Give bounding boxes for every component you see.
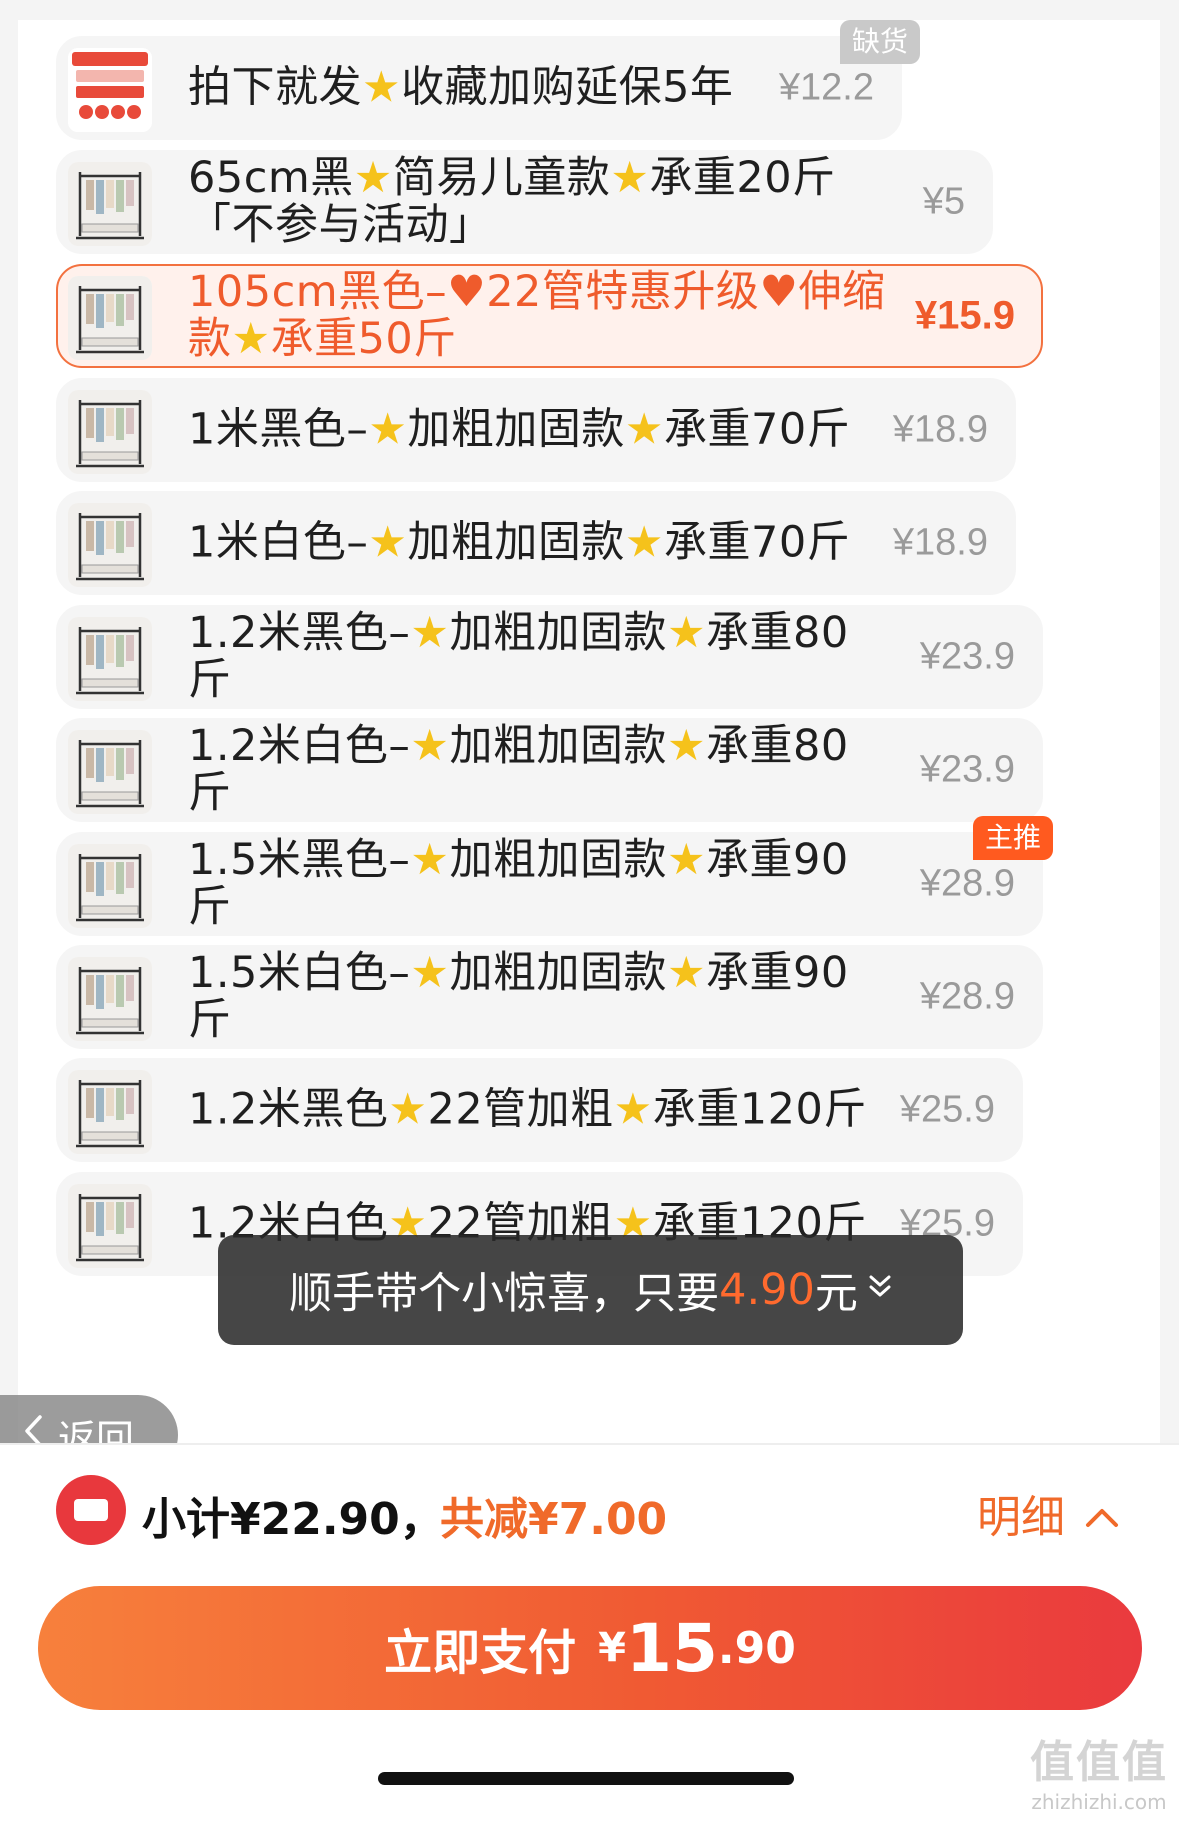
toast-unit: 元	[814, 1269, 858, 1319]
sku-thumbnail	[68, 162, 152, 246]
sku-option[interactable]: 65cm黑★简易儿童款★承重20斤「不参与活动」 ¥5	[56, 150, 993, 254]
sku-option[interactable]: 1.2米黑色★22管加粗★承重120斤 ¥25.9	[56, 1058, 1023, 1162]
sku-price: ¥25.9	[899, 1088, 995, 1131]
sku-name: 拍下就发★收藏加购延保5年	[188, 62, 734, 113]
sku-thumbnail	[68, 390, 152, 474]
pay-amount-integer: 15	[626, 1609, 718, 1687]
sku-name: 1.2米黑色–★加粗加固款★承重80斤	[188, 608, 849, 705]
watermark-logo: 值值值	[1030, 1737, 1168, 1788]
sku-thumbnail	[68, 1184, 152, 1268]
sku-thumbnail	[68, 276, 152, 360]
toast-price: 4.90	[719, 1265, 815, 1315]
sku-thumbnail	[68, 503, 152, 587]
sku-price: ¥18.9	[892, 408, 988, 451]
sku-price: ¥28.9	[919, 975, 1015, 1018]
sku-name: 1米黑色–★加粗加固款★承重70斤	[188, 404, 851, 455]
sku-price: ¥15.9	[914, 293, 1015, 338]
pay-now-button[interactable]: 立即支付 ¥ 15 .90	[38, 1586, 1142, 1710]
sku-option[interactable]: 1.2米黑色–★加粗加固款★承重80斤 ¥23.9	[56, 605, 1043, 709]
sku-price: ¥5	[922, 180, 965, 223]
sku-name: 1.5米黑色–★加粗加固款★承重90斤	[188, 835, 849, 932]
detail-label: 明细	[977, 1492, 1065, 1543]
pay-amount-decimal: .90	[717, 1622, 796, 1674]
sku-thumbnail	[68, 48, 152, 132]
sku-option[interactable]: 1.5米白色–★加粗加固款★承重90斤 ¥28.9	[56, 945, 1043, 1049]
sku-option[interactable]: 1.2米白色–★加粗加固款★承重80斤 ¥23.9	[56, 718, 1043, 822]
chevron-up-icon	[1085, 1488, 1119, 1539]
subtotal-text: 小计¥22.90，	[142, 1494, 444, 1545]
order-summary-bar: 小计¥22.90， 共减¥7.00 明细	[0, 1445, 1179, 1575]
pay-currency: ¥	[598, 1625, 627, 1671]
sku-name: 1米白色–★加粗加固款★承重70斤	[188, 517, 851, 568]
sku-thumbnail	[68, 957, 152, 1041]
sku-name: 105cm黑色–♥22管特惠升级♥伸缩款★承重50斤	[188, 267, 886, 364]
sku-option[interactable]: 拍下就发★收藏加购延保5年 ¥12.2	[56, 36, 902, 140]
sku-name: 1.2米黑色★22管加粗★承重120斤	[188, 1084, 867, 1135]
pay-label: 立即支付	[384, 1625, 577, 1681]
sku-price: ¥18.9	[892, 521, 988, 564]
sku-thumbnail	[68, 844, 152, 928]
sku-thumbnail	[68, 617, 152, 701]
discount-text: 共减¥7.00	[440, 1494, 668, 1545]
sku-option[interactable]: 1米白色–★加粗加固款★承重70斤 ¥18.9	[56, 491, 1016, 595]
sku-option[interactable]: 1米黑色–★加粗加固款★承重70斤 ¥18.9	[56, 378, 1016, 482]
out-of-stock-badge: 缺货	[840, 20, 921, 64]
toast-text: 顺手带个小惊喜，只要	[289, 1269, 720, 1319]
sku-thumbnail	[68, 1070, 152, 1154]
detail-toggle[interactable]: 明细	[977, 1481, 1119, 1545]
sku-price: ¥12.2	[778, 66, 874, 109]
sku-option-list[interactable]: 拍下就发★收藏加购延保5年 ¥12.2 缺货 65cm黑★简易儿童款★承重20斤「不参…	[0, 0, 1179, 1445]
watermark: 值值值 zhizhizhi.com	[1024, 1726, 1174, 1816]
sku-name: 1.2米白色–★加粗加固款★承重80斤	[188, 721, 849, 818]
upsell-toast[interactable]: 顺手带个小惊喜，只要 4.90 元	[218, 1235, 963, 1345]
sku-price: ¥23.9	[919, 748, 1015, 791]
sku-name: 65cm黑★简易儿童款★承重20斤「不参与活动」	[188, 153, 836, 250]
home-indicator[interactable]	[378, 1772, 794, 1785]
watermark-url: zhizhizhi.com	[1031, 1790, 1167, 1814]
coupon-icon	[56, 1475, 126, 1545]
sku-price: ¥23.9	[919, 635, 1015, 678]
sku-option[interactable]: 1.5米黑色–★加粗加固款★承重90斤 ¥28.9	[56, 832, 1043, 936]
sku-thumbnail	[68, 730, 152, 814]
recommended-badge: 主推	[973, 816, 1054, 860]
double-chevron-down-icon	[868, 1271, 892, 1309]
sku-price: ¥28.9	[919, 862, 1015, 905]
sku-option[interactable]: 105cm黑色–♥22管特惠升级♥伸缩款★承重50斤 ¥15.9	[56, 264, 1043, 368]
sku-name: 1.5米白色–★加粗加固款★承重90斤	[188, 948, 849, 1045]
